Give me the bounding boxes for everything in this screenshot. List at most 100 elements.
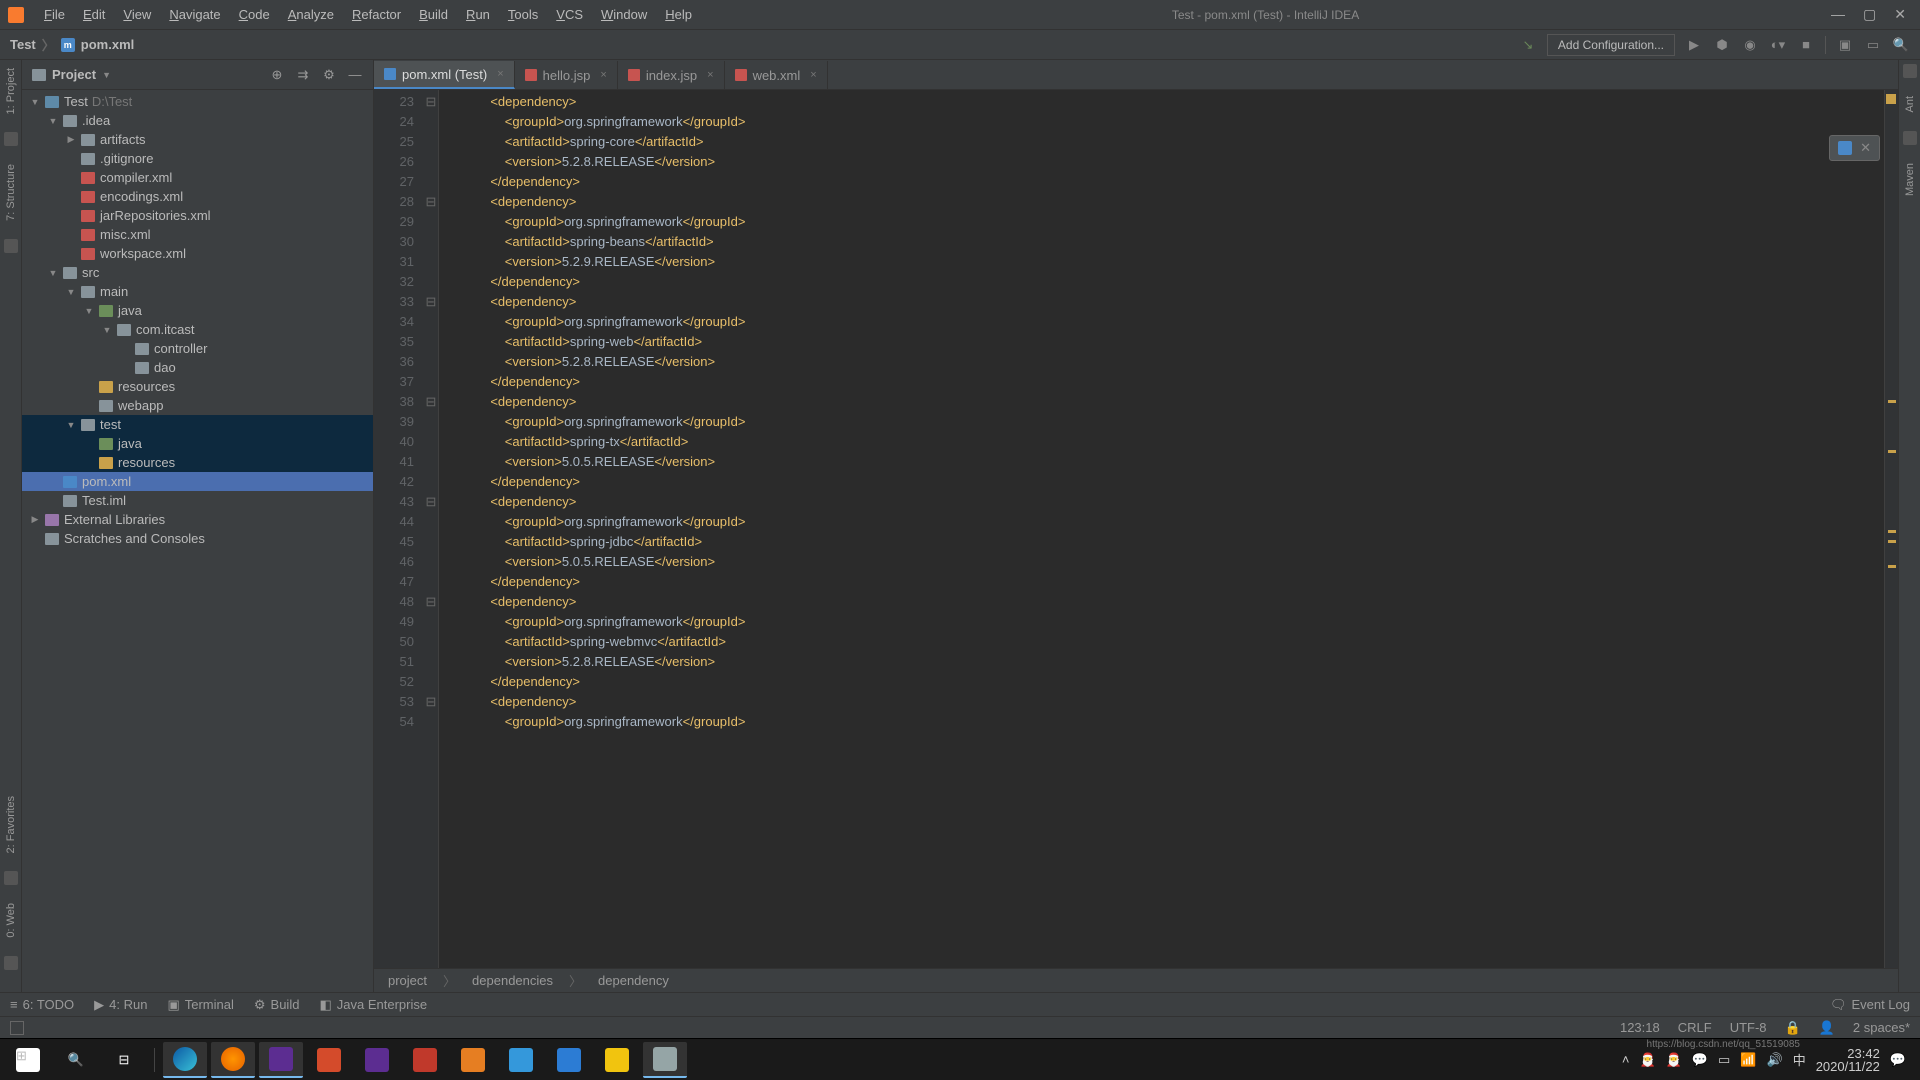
breadcrumb[interactable]: Test 〉 m pom.xml [10, 35, 134, 54]
gutter-web[interactable]: 0: Web [5, 899, 17, 942]
gutter-ant[interactable]: Ant [1904, 92, 1916, 117]
wechat-icon[interactable]: 💬 [1692, 1052, 1708, 1068]
tool-java-enterprise[interactable]: ◧Java Enterprise [319, 997, 427, 1013]
tool-terminal[interactable]: ▣Terminal [167, 997, 233, 1013]
status-indent[interactable]: 2 spaces* [1853, 1020, 1910, 1035]
tool-6-todo[interactable]: ≡6: TODO [10, 997, 74, 1013]
task-view-button[interactable]: ⊟ [102, 1042, 146, 1078]
tab-pom-xml-test-[interactable]: pom.xml (Test)× [374, 61, 515, 89]
gutter-icon[interactable] [4, 132, 18, 146]
crumb-dependencies[interactable]: dependencies [472, 973, 553, 988]
project-tree[interactable]: ▼TestD:\Test▼.idea▶artifacts.gitignoreco… [22, 90, 373, 992]
tray-icon[interactable]: 🎅 [1666, 1052, 1682, 1068]
tree-node-test[interactable]: ▼test [22, 415, 373, 434]
menu-build[interactable]: Build [411, 3, 456, 26]
app-icon-red[interactable] [403, 1042, 447, 1078]
maven-tool-icon[interactable] [1903, 131, 1917, 145]
warning-marker[interactable] [1888, 400, 1896, 403]
build-icon[interactable]: ↘ [1519, 36, 1537, 54]
status-line-sep[interactable]: CRLF [1678, 1020, 1712, 1035]
warning-indicator[interactable] [1886, 94, 1896, 104]
tree-node-com-itcast[interactable]: ▼com.itcast [22, 320, 373, 339]
search-button[interactable]: 🔍 [54, 1042, 98, 1078]
coverage-icon[interactable]: ◉ [1741, 36, 1759, 54]
tray-icon[interactable]: 🎅 [1639, 1052, 1655, 1068]
clock[interactable]: 23:42 2020/11/22 [1816, 1047, 1880, 1073]
update-icon[interactable]: ▣ [1836, 36, 1854, 54]
structure-breadcrumb[interactable]: project〉dependencies〉dependency [374, 968, 1898, 992]
expand-icon[interactable]: ⇉ [295, 67, 311, 83]
warning-marker[interactable] [1888, 530, 1896, 533]
ant-icon[interactable] [1903, 64, 1917, 78]
gutter-maven[interactable]: Maven [1904, 159, 1916, 200]
screen-icon[interactable]: ▭ [1864, 36, 1882, 54]
star-icon[interactable] [4, 871, 18, 885]
tab-hello-jsp[interactable]: hello.jsp× [515, 61, 618, 89]
settings-icon[interactable]: ⚙ [321, 67, 337, 83]
wifi-icon[interactable]: 📶 [1740, 1052, 1756, 1068]
close-icon[interactable]: × [497, 68, 503, 80]
menu-edit[interactable]: Edit [75, 3, 113, 26]
menu-refactor[interactable]: Refactor [344, 3, 409, 26]
tree-node-artifacts[interactable]: ▶artifacts [22, 130, 373, 149]
edge-icon[interactable] [163, 1042, 207, 1078]
search-icon[interactable]: 🔍 [1892, 36, 1910, 54]
web-icon[interactable] [4, 956, 18, 970]
tree-node-test[interactable]: ▼TestD:\Test [22, 92, 373, 111]
battery-icon[interactable]: ▭ [1718, 1052, 1730, 1068]
tree-node-scratches-and-consoles[interactable]: Scratches and Consoles [22, 529, 373, 548]
event-log-button[interactable]: 🗨 Event Log [1830, 997, 1910, 1013]
inspection-icon[interactable]: 👤 [1819, 1020, 1835, 1036]
volume-icon[interactable]: 🔊 [1767, 1052, 1783, 1068]
debug-icon[interactable]: ⬢ [1713, 36, 1731, 54]
tree-node-misc-xml[interactable]: misc.xml [22, 225, 373, 244]
warning-marker[interactable] [1888, 565, 1896, 568]
vscode-icon[interactable] [355, 1042, 399, 1078]
tab-index-jsp[interactable]: index.jsp× [618, 61, 725, 89]
app-icon-h[interactable] [307, 1042, 351, 1078]
menu-analyze[interactable]: Analyze [280, 3, 342, 26]
app-icon-blue[interactable] [499, 1042, 543, 1078]
status-encoding[interactable]: UTF-8 [1730, 1020, 1767, 1035]
close-icon[interactable]: × [707, 69, 713, 81]
tree-node-main[interactable]: ▼main [22, 282, 373, 301]
close-icon[interactable]: × [810, 69, 816, 81]
locate-icon[interactable]: ⊕ [269, 67, 285, 83]
add-configuration-button[interactable]: Add Configuration... [1547, 34, 1675, 56]
ime-icon[interactable]: 中 [1793, 1050, 1806, 1069]
gutter-project[interactable]: 1: Project [5, 64, 17, 118]
close-icon[interactable]: × [600, 69, 606, 81]
intellij-icon[interactable] [259, 1042, 303, 1078]
status-position[interactable]: 123:18 [1620, 1020, 1660, 1035]
maven-reload-pill[interactable]: ✕ [1829, 135, 1880, 161]
maximize-icon[interactable]: ▢ [1863, 6, 1876, 23]
app-icon-orange[interactable] [451, 1042, 495, 1078]
notification-icon[interactable]: 💬 [1890, 1052, 1906, 1068]
tree-node-external-libraries[interactable]: ▶External Libraries [22, 510, 373, 529]
tree-node-encodings-xml[interactable]: encodings.xml [22, 187, 373, 206]
notepad-icon[interactable] [643, 1042, 687, 1078]
gutter-structure[interactable]: 7: Structure [5, 160, 17, 225]
crumb-project[interactable]: project [388, 973, 427, 988]
marker-stripe[interactable] [1884, 90, 1898, 968]
close-icon[interactable]: ✕ [1860, 140, 1871, 156]
menu-file[interactable]: File [36, 3, 73, 26]
tree-node-compiler-xml[interactable]: compiler.xml [22, 168, 373, 187]
tree-node-controller[interactable]: controller [22, 339, 373, 358]
menu-help[interactable]: Help [657, 3, 700, 26]
firefox-icon[interactable] [211, 1042, 255, 1078]
minimize-icon[interactable]: — [1831, 6, 1845, 23]
tab-web-xml[interactable]: web.xml× [725, 61, 828, 89]
tool-build[interactable]: ⚙Build [254, 997, 300, 1013]
editor-body[interactable]: 2324252627282930313233343536373839404142… [374, 90, 1898, 968]
menu-navigate[interactable]: Navigate [161, 3, 228, 26]
menu-view[interactable]: View [115, 3, 159, 26]
menu-code[interactable]: Code [231, 3, 278, 26]
tree-node--gitignore[interactable]: .gitignore [22, 149, 373, 168]
tree-node-java[interactable]: ▼java [22, 301, 373, 320]
warning-marker[interactable] [1888, 540, 1896, 543]
lock-icon[interactable]: 🔒 [1785, 1020, 1801, 1036]
gutter-icon[interactable] [4, 239, 18, 253]
collapse-icon[interactable]: — [347, 67, 363, 83]
menu-run[interactable]: Run [458, 3, 498, 26]
